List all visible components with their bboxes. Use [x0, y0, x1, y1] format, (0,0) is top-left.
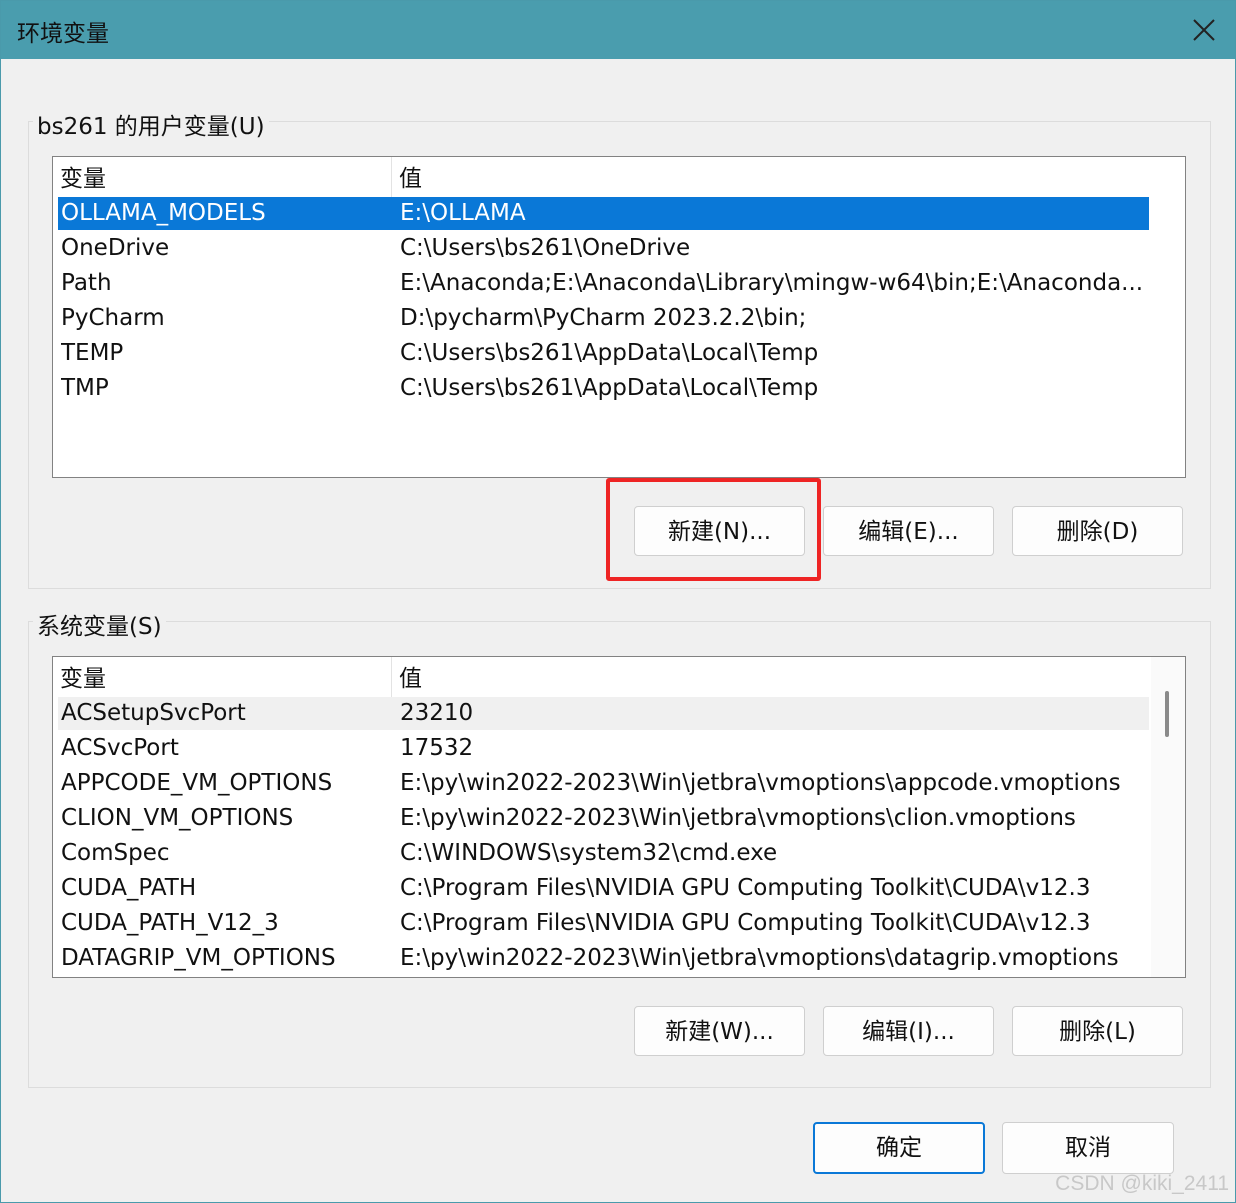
- system-table-row[interactable]: ACSetupSvcPort 23210: [58, 697, 1149, 730]
- user-variables-group-label: bs261 的用户变量(U): [33, 107, 269, 141]
- variable-value: E:\py\win2022-2023\Win\jetbra\vmoptions\…: [400, 805, 1076, 831]
- system-table-row[interactable]: CLION_VM_OPTIONS E:\py\win2022-2023\Win\j…: [58, 802, 1149, 835]
- column-header-value[interactable]: 值: [399, 657, 422, 697]
- cancel-button[interactable]: 取消: [1002, 1122, 1174, 1174]
- user-table-row[interactable]: OneDrive C:\Users\bs261\OneDrive: [58, 232, 1149, 265]
- column-header-variable[interactable]: 变量: [60, 157, 106, 197]
- variable-value: E:\py\win2022-2023\Win\jetbra\vmoptions\…: [400, 945, 1119, 971]
- window-title: 环境变量: [17, 21, 109, 47]
- variable-value: 23210: [400, 700, 474, 726]
- variable-name: OneDrive: [61, 235, 170, 261]
- scrollbar-thumb[interactable]: [1165, 691, 1169, 737]
- system-delete-button[interactable]: 删除(L): [1012, 1006, 1183, 1056]
- variable-value: C:\Users\bs261\AppData\Local\Temp: [400, 340, 819, 366]
- variable-name: Path: [61, 270, 112, 296]
- user-variables-list[interactable]: 变量 值 OLLAMA_MODELS E:\OLLAMA OneDrive C:\Us…: [52, 156, 1186, 478]
- variable-value: 17532: [400, 735, 474, 761]
- variable-value: E:\py\win2022-2023\Win\jetbra\vmoptions\…: [400, 770, 1121, 796]
- variable-name: OLLAMA_MODELS: [61, 200, 266, 226]
- variable-value: E:\OLLAMA: [400, 200, 526, 226]
- variable-value: C:\Users\bs261\OneDrive: [400, 235, 691, 261]
- user-new-button[interactable]: 新建(N)...: [634, 506, 805, 556]
- variable-name: TMP: [61, 375, 109, 401]
- system-variables-list[interactable]: 变量 值 ACSetupSvcPort 23210 ACSvcPort 17532 AP…: [52, 656, 1186, 978]
- environment-variables-dialog: 环境变量 bs261 的用户变量(U) 变量 值 OLLAMA_MODELS E:…: [0, 0, 1236, 1203]
- variable-value: E:\Anaconda;E:\Anaconda\Library\mingw-w6…: [400, 270, 1144, 296]
- variable-value: C:\WINDOWS\system32\cmd.exe: [400, 840, 778, 866]
- variable-name: TEMP: [61, 340, 124, 366]
- column-divider[interactable]: [391, 157, 392, 197]
- column-header-variable[interactable]: 变量: [60, 657, 106, 697]
- user-edit-button[interactable]: 编辑(E)...: [823, 506, 994, 556]
- system-table-row[interactable]: CUDA_PATH C:\Program Files\NVIDIA GPU Com…: [58, 872, 1149, 905]
- system-table-row[interactable]: ACSvcPort 17532: [58, 732, 1149, 765]
- system-table-row[interactable]: DATAGRIP_VM_OPTIONS E:\py\win2022-2023\Wi…: [58, 942, 1149, 975]
- system-edit-button[interactable]: 编辑(I)...: [823, 1006, 994, 1056]
- variable-name: APPCODE_VM_OPTIONS: [61, 770, 333, 796]
- close-icon: [1193, 19, 1215, 41]
- vertical-scrollbar[interactable]: [1151, 657, 1185, 977]
- column-header-value[interactable]: 值: [399, 157, 422, 197]
- system-table-row[interactable]: ComSpec C:\WINDOWS\system32\cmd.exe: [58, 837, 1149, 870]
- watermark: CSDN @kiki_2411: [1055, 1172, 1229, 1195]
- system-table-row[interactable]: CUDA_PATH_V12_3 C:\Program Files\NVIDIA G…: [58, 907, 1149, 940]
- variable-name: ACSetupSvcPort: [61, 700, 246, 726]
- system-variables-group-label: 系统变量(S): [33, 607, 166, 641]
- variable-value: C:\Users\bs261\AppData\Local\Temp: [400, 375, 819, 401]
- user-list-header: 变量 值: [53, 157, 1149, 197]
- ok-button[interactable]: 确定: [813, 1122, 985, 1174]
- variable-name: CUDA_PATH_V12_3: [61, 910, 279, 936]
- user-delete-button[interactable]: 删除(D): [1012, 506, 1183, 556]
- variable-name: ACSvcPort: [61, 735, 179, 761]
- user-table-row[interactable]: OLLAMA_MODELS E:\OLLAMA: [58, 197, 1149, 230]
- variable-name: DATAGRIP_VM_OPTIONS: [61, 945, 336, 971]
- column-divider[interactable]: [391, 657, 392, 697]
- variable-value: C:\Program Files\NVIDIA GPU Computing To…: [400, 910, 1091, 936]
- user-table-row[interactable]: TEMP C:\Users\bs261\AppData\Local\Temp: [58, 337, 1149, 370]
- user-table-row[interactable]: TMP C:\Users\bs261\AppData\Local\Temp: [58, 372, 1149, 405]
- user-table-row[interactable]: PyCharm D:\pycharm\PyCharm 2023.2.2\bin;: [58, 302, 1149, 335]
- system-table-row[interactable]: APPCODE_VM_OPTIONS E:\py\win2022-2023\Win…: [58, 767, 1149, 800]
- variable-name: CLION_VM_OPTIONS: [61, 805, 294, 831]
- close-button[interactable]: [1187, 13, 1221, 47]
- variable-name: PyCharm: [61, 305, 165, 331]
- user-table-row[interactable]: Path E:\Anaconda;E:\Anaconda\Library\ming…: [58, 267, 1149, 300]
- variable-name: CUDA_PATH: [61, 875, 197, 901]
- title-bar[interactable]: 环境变量: [1, 1, 1235, 59]
- system-list-header: 变量 值: [53, 657, 1149, 697]
- system-new-button[interactable]: 新建(W)...: [634, 1006, 805, 1056]
- variable-value: D:\pycharm\PyCharm 2023.2.2\bin;: [400, 305, 807, 331]
- variable-name: ComSpec: [61, 840, 170, 866]
- variable-value: C:\Program Files\NVIDIA GPU Computing To…: [400, 875, 1091, 901]
